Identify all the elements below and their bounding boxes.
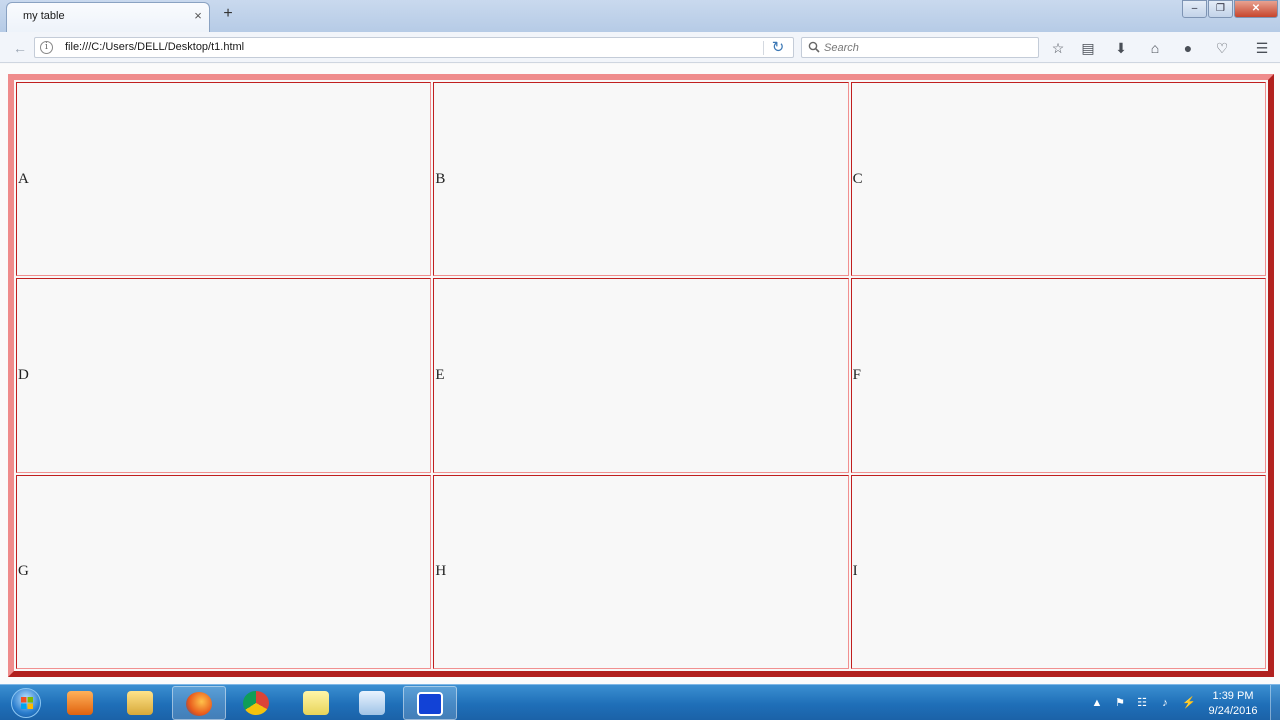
tab-strip: my table × + – ❐ ✕	[0, 0, 1280, 32]
system-clock[interactable]: 1:39 PM 9/24/2016	[1198, 689, 1268, 719]
chat-icon[interactable]: ●	[1178, 38, 1198, 58]
start-button[interactable]	[4, 686, 48, 720]
table-cell: G	[16, 474, 432, 669]
media-player-icon[interactable]	[54, 686, 108, 720]
search-bar[interactable]	[801, 37, 1039, 58]
new-tab-button[interactable]: +	[220, 5, 236, 23]
table-cell: E	[433, 278, 849, 473]
windows-taskbar: ▲ ⚑ ☷ ♪ ⚡ 1:39 PM 9/24/2016	[0, 684, 1280, 720]
power-icon[interactable]: ⚡	[1182, 696, 1196, 710]
table-cell: H	[433, 474, 849, 669]
tab-my-table[interactable]: my table ×	[6, 2, 210, 32]
menu-icon[interactable]: ☰	[1252, 38, 1272, 58]
show-desktop-button[interactable]	[1270, 685, 1280, 720]
star-icon[interactable]: ☆	[1048, 38, 1068, 58]
table-row: G H I	[16, 474, 1266, 669]
url-text[interactable]: file:///C:/Users/DELL/Desktop/t1.html	[65, 41, 244, 53]
windows-logo-icon	[11, 688, 41, 718]
action-center-icon[interactable]: ⚑	[1113, 696, 1127, 710]
table-row: D E F	[16, 278, 1266, 473]
firefox-icon[interactable]	[172, 686, 226, 720]
window-controls: – ❐ ✕	[1181, 0, 1278, 20]
search-input[interactable]	[824, 40, 1024, 55]
table-row: A B C	[16, 82, 1266, 277]
sticky-notes-icon[interactable]	[290, 686, 344, 720]
table-cell: B	[433, 82, 849, 277]
url-separator	[763, 41, 764, 55]
table-cell: I	[850, 474, 1266, 669]
table-cell: F	[850, 278, 1266, 473]
clock-time: 1:39 PM	[1212, 690, 1254, 702]
volume-icon[interactable]: ♪	[1158, 696, 1172, 710]
notepad-icon[interactable]	[346, 686, 400, 720]
network-icon[interactable]: ☷	[1135, 696, 1149, 710]
page-content: A B C D E F G H I	[0, 64, 1280, 684]
table-cell: A	[16, 82, 432, 277]
teamviewer-icon[interactable]	[403, 686, 457, 720]
table-cell: D	[16, 278, 432, 473]
restore-button[interactable]: ❐	[1208, 0, 1233, 18]
minimize-button[interactable]: –	[1182, 0, 1207, 18]
download-icon[interactable]: ⬇	[1111, 38, 1131, 58]
reload-icon[interactable]: ↻	[769, 38, 787, 57]
address-bar[interactable]: i file:///C:/Users/DELL/Desktop/t1.html …	[34, 37, 794, 58]
reading-list-icon[interactable]: ▤	[1078, 38, 1098, 58]
pocket-icon[interactable]: ♡	[1212, 38, 1232, 58]
home-icon[interactable]: ⌂	[1145, 38, 1165, 58]
navigation-toolbar: ← i file:///C:/Users/DELL/Desktop/t1.htm…	[0, 32, 1280, 63]
tab-title: my table	[23, 10, 65, 22]
tab-close-icon[interactable]: ×	[191, 8, 205, 24]
show-hidden-icons-icon[interactable]: ▲	[1090, 696, 1104, 710]
clock-date: 9/24/2016	[1208, 705, 1258, 717]
site-info-icon[interactable]: i	[40, 41, 53, 54]
close-window-button[interactable]: ✕	[1234, 0, 1278, 18]
table-cell: C	[850, 82, 1266, 277]
back-button[interactable]: ←	[10, 38, 30, 58]
file-explorer-icon[interactable]	[114, 686, 168, 720]
search-icon	[808, 41, 820, 53]
chrome-icon[interactable]	[230, 686, 284, 720]
letter-table: A B C D E F G H I	[8, 74, 1274, 677]
